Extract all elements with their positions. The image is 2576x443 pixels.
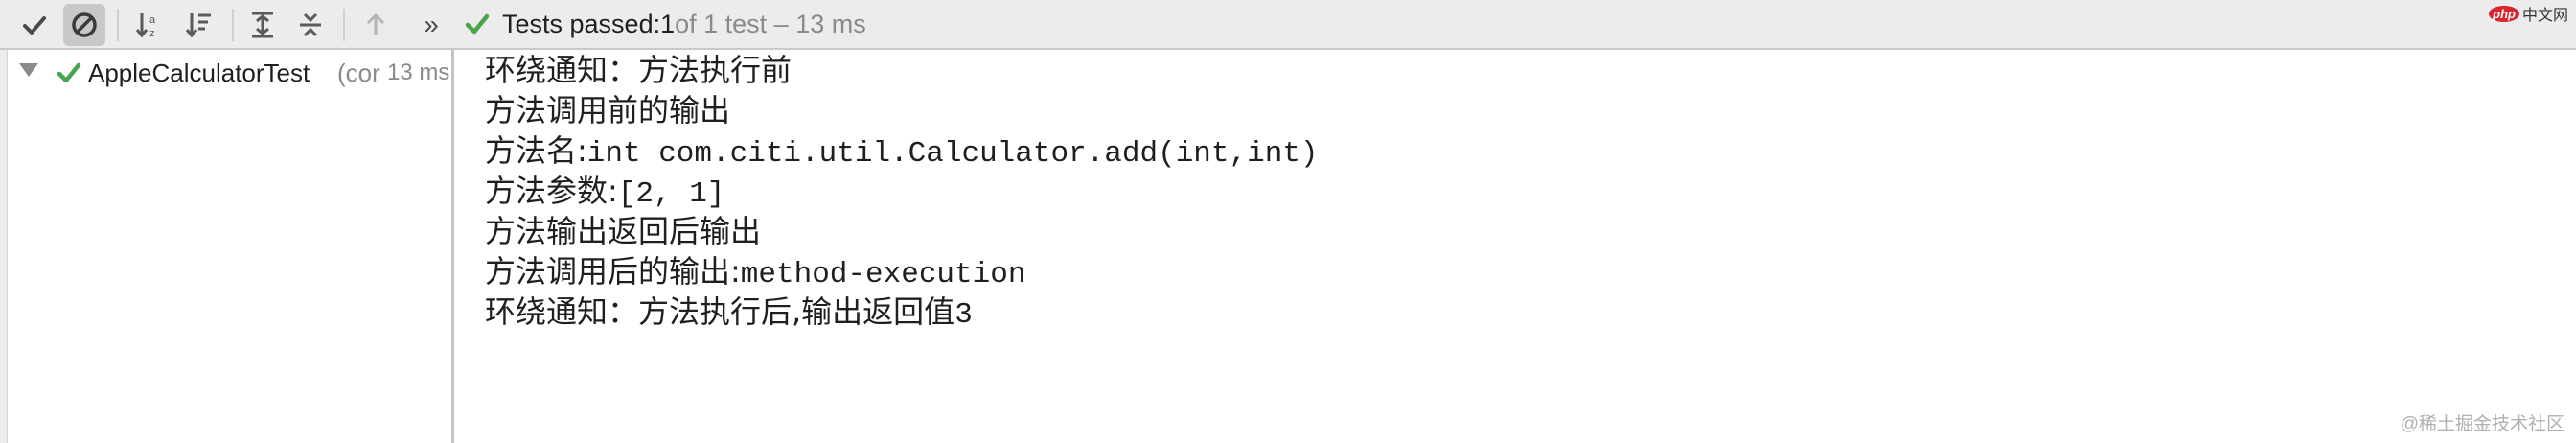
expand-all-button[interactable] [242, 4, 284, 46]
toolbar-separator [117, 9, 119, 41]
previous-failed-button[interactable] [355, 4, 397, 46]
cancel-circle-icon [72, 12, 97, 37]
console-line: 方法名:int com.citi.util.Calculator.add(int… [485, 132, 1319, 171]
tree-item-applecalculatortest[interactable]: AppleCalculatorTest (cor 13 ms [8, 52, 451, 94]
passed-count: 1 [660, 9, 676, 38]
watermark: @稀土掘金技术社区 [2400, 414, 2564, 434]
expand-triangle-icon[interactable] [19, 63, 38, 77]
php-logo-badge: php [2489, 5, 2519, 22]
collapse-all-button[interactable] [289, 4, 332, 46]
show-passed-button[interactable] [13, 4, 56, 46]
double-chevron-right-icon: » [424, 10, 439, 39]
console-line: 环绕通知：方法执行前 [485, 52, 793, 88]
test-tree-pane: AppleCalculatorTest (cor 13 ms [8, 50, 454, 443]
toolbar-separator [232, 9, 234, 41]
console-output[interactable]: 环绕通知：方法执行前 方法调用前的输出 方法名:int com.citi.uti… [454, 50, 2576, 443]
more-actions-button[interactable]: » [414, 4, 448, 46]
sort-az-icon: a z [135, 13, 156, 39]
status-prefix: Tests passed: [502, 9, 661, 38]
show-ignored-button[interactable] [63, 4, 105, 46]
expand-all-icon [252, 12, 273, 38]
svg-text:z: z [150, 28, 155, 39]
checkmark-icon [56, 59, 82, 93]
collapse-all-icon [300, 12, 321, 37]
console-line: 方法调用后的输出:method-execution [485, 253, 1026, 291]
toolbar-separator [343, 9, 345, 41]
console-line: 方法调用前的输出 [485, 92, 731, 128]
checkmark-icon [23, 16, 46, 35]
left-gutter [0, 50, 8, 443]
test-status: Tests passed: 1 of 1 test – 13 ms [464, 0, 866, 48]
php-logo-text: 中文网 [2521, 8, 2568, 24]
test-class-name: AppleCalculatorTest [88, 58, 310, 87]
php-cn-logo: php 中文网 [2489, 2, 2568, 25]
console-line: 方法输出返回后输出 [485, 213, 762, 249]
sort-alphabetically-button[interactable]: a z [128, 4, 171, 46]
console-line: 方法参数:[2, 1] [485, 173, 725, 211]
console-line: 环绕通知：方法执行后,输出返回值3 [485, 293, 973, 332]
test-runner-toolbar: a z » Tests passed: 1 of 1 test – 13 ms … [0, 0, 2576, 50]
sort-by-duration-button[interactable] [178, 4, 220, 46]
test-duration: 13 ms [387, 59, 450, 85]
passed-checkmark-icon [464, 11, 491, 37]
test-class-package: (cor [337, 58, 380, 87]
svg-text:a: a [150, 14, 156, 26]
sort-duration-icon [185, 13, 211, 38]
arrow-up-icon [366, 12, 385, 35]
status-total: of 1 test – 13 ms [675, 9, 866, 38]
